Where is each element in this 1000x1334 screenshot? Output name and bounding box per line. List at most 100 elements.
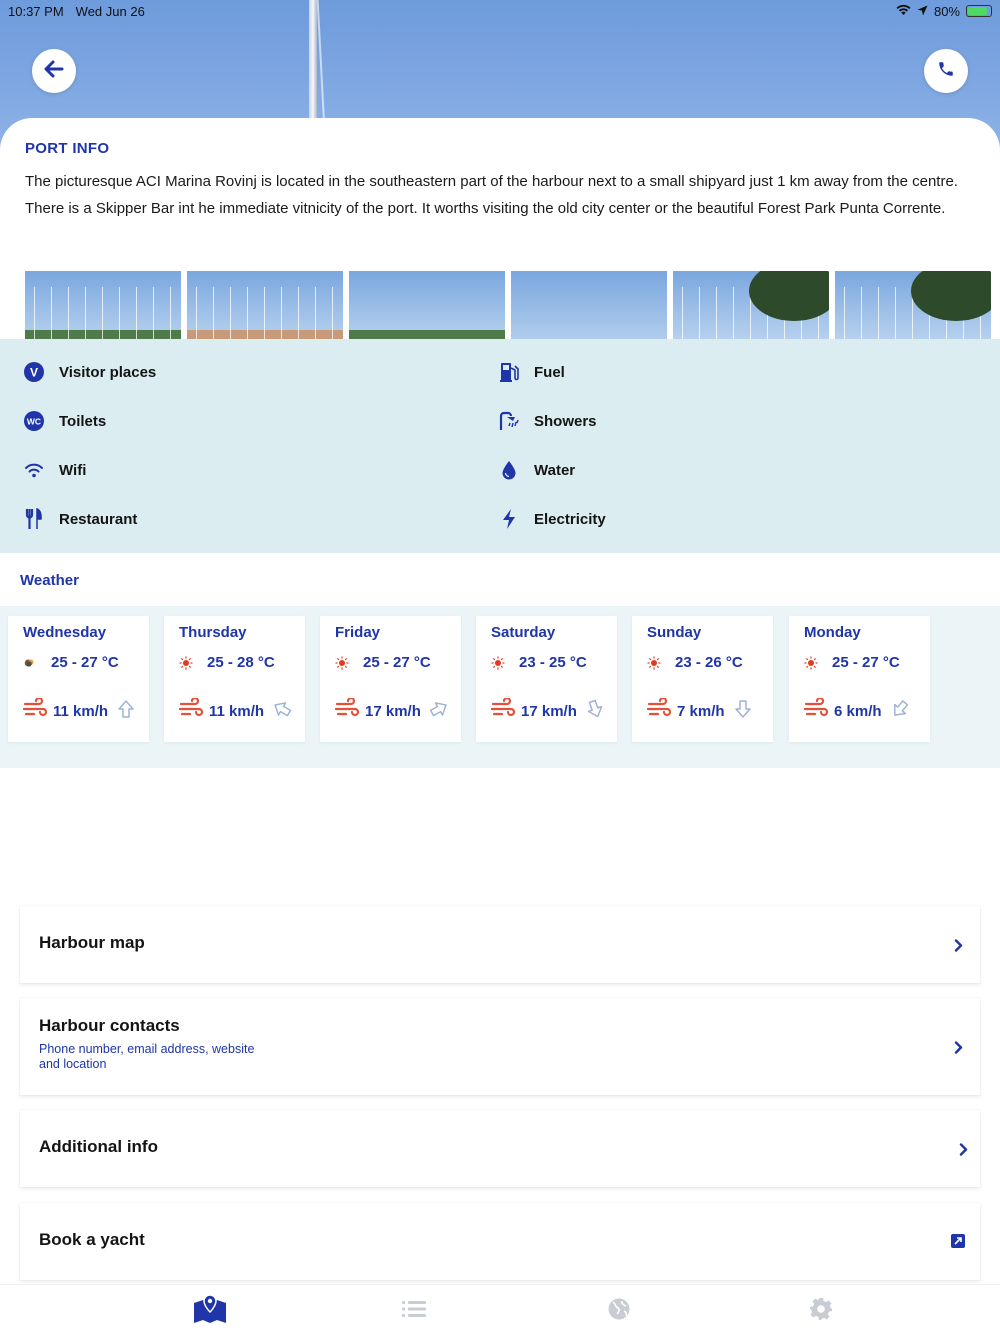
weather-day-card: Sunday 23 - 26 °C 7 km/h xyxy=(632,616,773,742)
status-time: 10:37 PM xyxy=(8,3,64,19)
fork-knife-icon xyxy=(23,508,45,530)
list-title: Book a yacht xyxy=(39,1230,145,1249)
list-title: Harbour map xyxy=(39,933,145,952)
weather-day-card: Monday 25 - 27 °C 6 km/h xyxy=(789,616,930,742)
weather-temp-row: 23 - 25 °C xyxy=(491,654,587,671)
additional-info-link[interactable]: Additional info xyxy=(20,1110,980,1187)
weather-day-card: Wednesday 25 - 27 °C 11 km/h xyxy=(8,616,149,742)
list-subtitle: Phone number, email address, website and… xyxy=(39,1042,255,1071)
wifi-icon xyxy=(23,459,45,481)
wind-icon xyxy=(334,696,361,724)
amenity-label: Wifi xyxy=(59,461,87,479)
visitor-v-icon: V xyxy=(23,361,45,383)
weather-temp-row: 25 - 27 °C xyxy=(335,654,431,671)
amenity-showers: Showers xyxy=(498,410,597,432)
back-button[interactable] xyxy=(32,49,76,93)
weather-wind-row: 11 km/h xyxy=(178,696,292,724)
port-info-title: PORT INFO xyxy=(25,140,110,157)
amenity-water: Water xyxy=(498,459,575,481)
amenity-label: Toilets xyxy=(59,412,107,430)
sun-icon xyxy=(179,656,193,670)
weather-wind-row: 17 km/h xyxy=(334,696,449,724)
sun-icon xyxy=(647,656,661,670)
weather-forecast-strip[interactable]: Wednesday 25 - 27 °C 11 km/h Thursday 25 - 2… xyxy=(0,606,1000,768)
weather-wind-speed: 11 km/h xyxy=(209,702,265,720)
wind-direction-arrow-icon xyxy=(116,699,136,723)
weather-wind-row: 17 km/h xyxy=(490,696,605,724)
weather-day-card: Saturday 23 - 25 °C 17 km/h xyxy=(476,616,617,742)
list-icon xyxy=(402,1300,426,1323)
wind-direction-arrow-icon xyxy=(272,699,292,723)
tab-globe[interactable] xyxy=(603,1295,635,1327)
wind-direction-arrow-icon xyxy=(733,699,753,723)
map-pin-icon xyxy=(193,1293,227,1329)
battery-charging-icon xyxy=(966,5,992,17)
status-bar: 10:37 PM Wed Jun 26 80% xyxy=(0,0,1000,22)
weather-wind-speed: 7 km/h xyxy=(677,702,725,720)
book-yacht-link[interactable]: Book a yacht xyxy=(20,1203,980,1280)
amenity-electricity: Electricity xyxy=(498,508,606,530)
weather-day-name: Wednesday xyxy=(23,624,107,641)
wind-icon xyxy=(22,696,49,724)
amenity-label: Restaurant xyxy=(59,510,138,528)
amenity-visitor-places: V Visitor places xyxy=(23,361,156,383)
weather-temp: 23 - 26 °C xyxy=(675,654,743,671)
sun-icon xyxy=(335,656,349,670)
sun-icon xyxy=(491,656,505,670)
amenity-wifi: Wifi xyxy=(23,459,86,481)
weather-wind-speed: 6 km/h xyxy=(834,702,882,720)
wind-icon xyxy=(646,696,673,724)
weather-wind-row: 6 km/h xyxy=(803,696,910,724)
weather-day-name: Sunday xyxy=(647,624,702,641)
list-title: Harbour contacts xyxy=(39,1016,180,1035)
amenity-fuel: Fuel xyxy=(498,361,565,383)
weather-wind-speed: 17 km/h xyxy=(521,702,577,720)
weather-day-card: Thursday 25 - 28 °C 11 km/h xyxy=(164,616,305,742)
amenity-toilets: WC Toilets xyxy=(23,410,106,432)
weather-temp-row: 23 - 26 °C xyxy=(647,654,743,671)
weather-title: Weather xyxy=(20,572,79,589)
chevron-right-icon xyxy=(952,938,964,952)
sun-icon xyxy=(804,656,818,670)
wind-direction-arrow-icon xyxy=(890,699,910,723)
weather-day-name: Thursday xyxy=(179,624,247,641)
amenity-label: Fuel xyxy=(534,363,565,381)
amenities-panel: V Visitor places Fuel WC Toilets Showers… xyxy=(0,339,1000,553)
chevron-right-icon xyxy=(952,1040,964,1054)
globe-icon xyxy=(607,1297,631,1326)
battery-percent: 80% xyxy=(933,3,960,19)
weather-temp: 25 - 27 °C xyxy=(832,654,900,671)
wind-icon xyxy=(490,696,517,724)
harbour-contacts-link[interactable]: Harbour contacts Phone number, email add… xyxy=(20,998,980,1095)
tab-map[interactable] xyxy=(193,1293,227,1329)
weather-temp-row: 25 - 28 °C xyxy=(179,654,275,671)
weather-temp-row: 25 - 27 °C xyxy=(804,654,900,671)
weather-wind-row: 11 km/h xyxy=(22,696,136,724)
chevron-right-icon xyxy=(957,1142,969,1156)
amenity-label: Visitor places xyxy=(59,363,157,381)
amenity-label: Water xyxy=(534,461,576,479)
wind-direction-arrow-icon xyxy=(585,699,605,723)
call-button[interactable] xyxy=(924,49,968,93)
lightning-icon xyxy=(498,508,520,530)
svg-text:V: V xyxy=(30,366,38,380)
fuel-pump-icon xyxy=(498,361,520,383)
tab-list[interactable] xyxy=(398,1295,430,1327)
amenity-label: Showers xyxy=(534,412,597,430)
external-link-icon xyxy=(951,1234,965,1248)
phone-icon xyxy=(937,60,955,83)
weather-temp: 23 - 25 °C xyxy=(519,654,587,671)
weather-day-card: Friday 25 - 27 °C 17 km/h xyxy=(320,616,461,742)
wind-direction-arrow-icon xyxy=(429,699,449,723)
water-drop-icon xyxy=(498,459,520,481)
tab-settings[interactable] xyxy=(805,1295,837,1327)
status-date: Wed Jun 26 xyxy=(75,3,145,19)
wind-icon xyxy=(803,696,830,724)
amenity-restaurant: Restaurant xyxy=(23,508,137,530)
weather-temp: 25 - 27 °C xyxy=(363,654,431,671)
wifi-icon xyxy=(896,4,911,19)
harbour-map-link[interactable]: Harbour map xyxy=(20,906,980,983)
weather-day-name: Saturday xyxy=(491,624,556,641)
wind-icon xyxy=(178,696,205,724)
weather-day-name: Monday xyxy=(804,624,861,641)
